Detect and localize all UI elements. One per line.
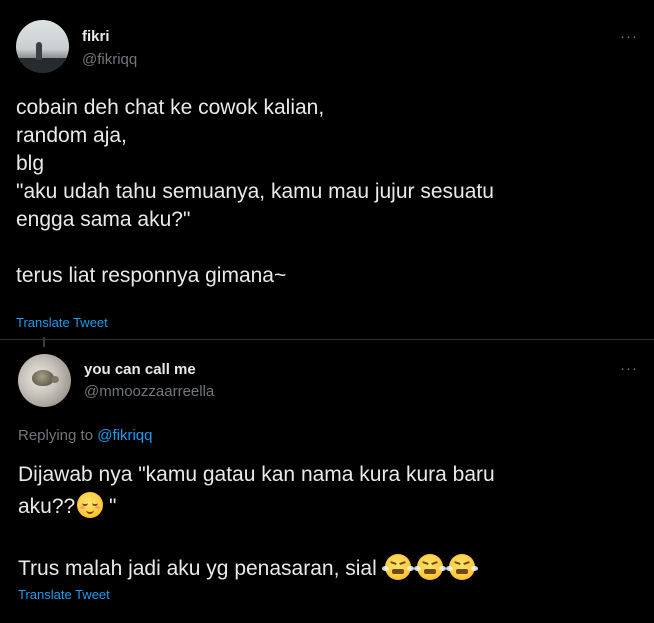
replying-prefix: Replying to bbox=[18, 427, 98, 444]
reply-text-fragment: Trus malah jadi aku yg penasaran, sial bbox=[18, 557, 377, 580]
replying-mention-link[interactable]: @fikriqq bbox=[97, 427, 152, 444]
avatar-ground bbox=[16, 58, 69, 73]
translate-tweet-link[interactable]: Translate Tweet bbox=[18, 587, 110, 602]
tweet-text-line: "aku udah tahu semuanya, kamu mau jujur … bbox=[16, 180, 494, 203]
tweet-text-line: engga sama aku?" bbox=[16, 208, 191, 231]
avatar[interactable] bbox=[16, 20, 69, 73]
reply-text-fragment: aku?? bbox=[18, 495, 76, 518]
reply-text-line: Dijawab nya "kamu gatau kan nama kura ku… bbox=[18, 463, 495, 486]
avatar-turtle-head bbox=[51, 376, 59, 383]
steam-from-nose-face-icon bbox=[381, 554, 414, 580]
author-handle[interactable]: @mmoozzaarreella bbox=[84, 383, 214, 400]
avatar[interactable] bbox=[18, 354, 71, 407]
avatar-figure bbox=[36, 42, 42, 60]
main-tweet[interactable]: fikri @fikriqq ··· cobain deh chat ke co… bbox=[0, 0, 654, 340]
tweet-text-line: random aja, bbox=[16, 124, 127, 147]
replying-to: Replying to @fikriqq bbox=[18, 427, 152, 444]
tweet-thread-screen: fikri @fikriqq ··· cobain deh chat ke co… bbox=[0, 0, 654, 623]
relieved-face-icon bbox=[77, 492, 104, 518]
author-name[interactable]: you can call me bbox=[84, 361, 196, 378]
more-options-icon[interactable]: ··· bbox=[620, 28, 638, 45]
author-name[interactable]: fikri bbox=[82, 28, 110, 45]
reply-text-line: aku?? " bbox=[18, 491, 495, 523]
steam-from-nose-face-icon bbox=[445, 554, 478, 580]
reply-text: Dijawab nya "kamu gatau kan nama kura ku… bbox=[18, 459, 495, 585]
tweet-text-line: terus liat responnya gimana~ bbox=[16, 264, 287, 287]
translate-tweet-link[interactable]: Translate Tweet bbox=[16, 315, 108, 330]
tweet-text-line: cobain deh chat ke cowok kalian, bbox=[16, 96, 325, 119]
tweet-text: cobain deh chat ke cowok kalian, random … bbox=[16, 94, 494, 290]
more-options-icon[interactable]: ··· bbox=[620, 360, 638, 377]
reply-tweet[interactable]: you can call me @mmoozzaarreella ··· Rep… bbox=[0, 340, 654, 623]
steam-from-nose-face-icon bbox=[413, 554, 446, 580]
reply-text-blank-line bbox=[18, 523, 495, 553]
reply-text-line: Trus malah jadi aku yg penasaran, sial bbox=[18, 553, 495, 585]
tweet-text-line: blg bbox=[16, 152, 45, 175]
reply-text-fragment: " bbox=[103, 495, 117, 518]
author-handle[interactable]: @fikriqq bbox=[82, 51, 137, 68]
